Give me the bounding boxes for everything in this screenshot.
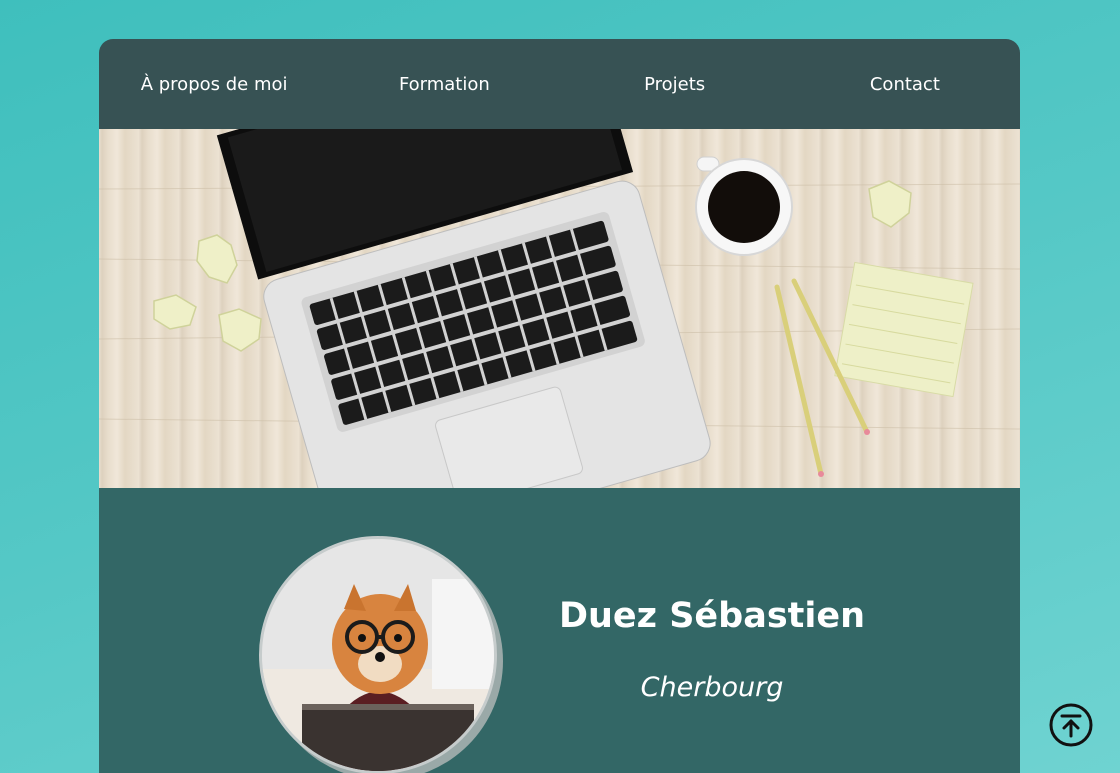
nav-link-contact[interactable]: Contact xyxy=(790,74,1020,95)
profile-section: Duez Sébastien Cherbourg xyxy=(99,488,1020,773)
scroll-to-top-button[interactable] xyxy=(1049,703,1093,747)
desk-laptop-illustration xyxy=(99,129,1020,488)
dog-with-glasses-photo xyxy=(262,539,494,771)
page-container: À propos de moi Formation Projets Contac… xyxy=(99,39,1020,773)
nav-link-about[interactable]: À propos de moi xyxy=(99,74,329,95)
nav-link-education[interactable]: Formation xyxy=(329,74,559,95)
nav-link-projects[interactable]: Projets xyxy=(560,74,790,95)
arrow-up-circle-icon xyxy=(1049,703,1093,747)
avatar xyxy=(259,536,497,773)
hero-banner-image xyxy=(99,129,1020,488)
sticky-note xyxy=(834,261,974,398)
profile-city: Cherbourg xyxy=(640,672,784,703)
coffee-cup xyxy=(695,156,793,256)
profile-name: Duez Sébastien xyxy=(558,596,866,636)
main-nav: À propos de moi Formation Projets Contac… xyxy=(99,39,1020,129)
laptop xyxy=(216,129,711,488)
